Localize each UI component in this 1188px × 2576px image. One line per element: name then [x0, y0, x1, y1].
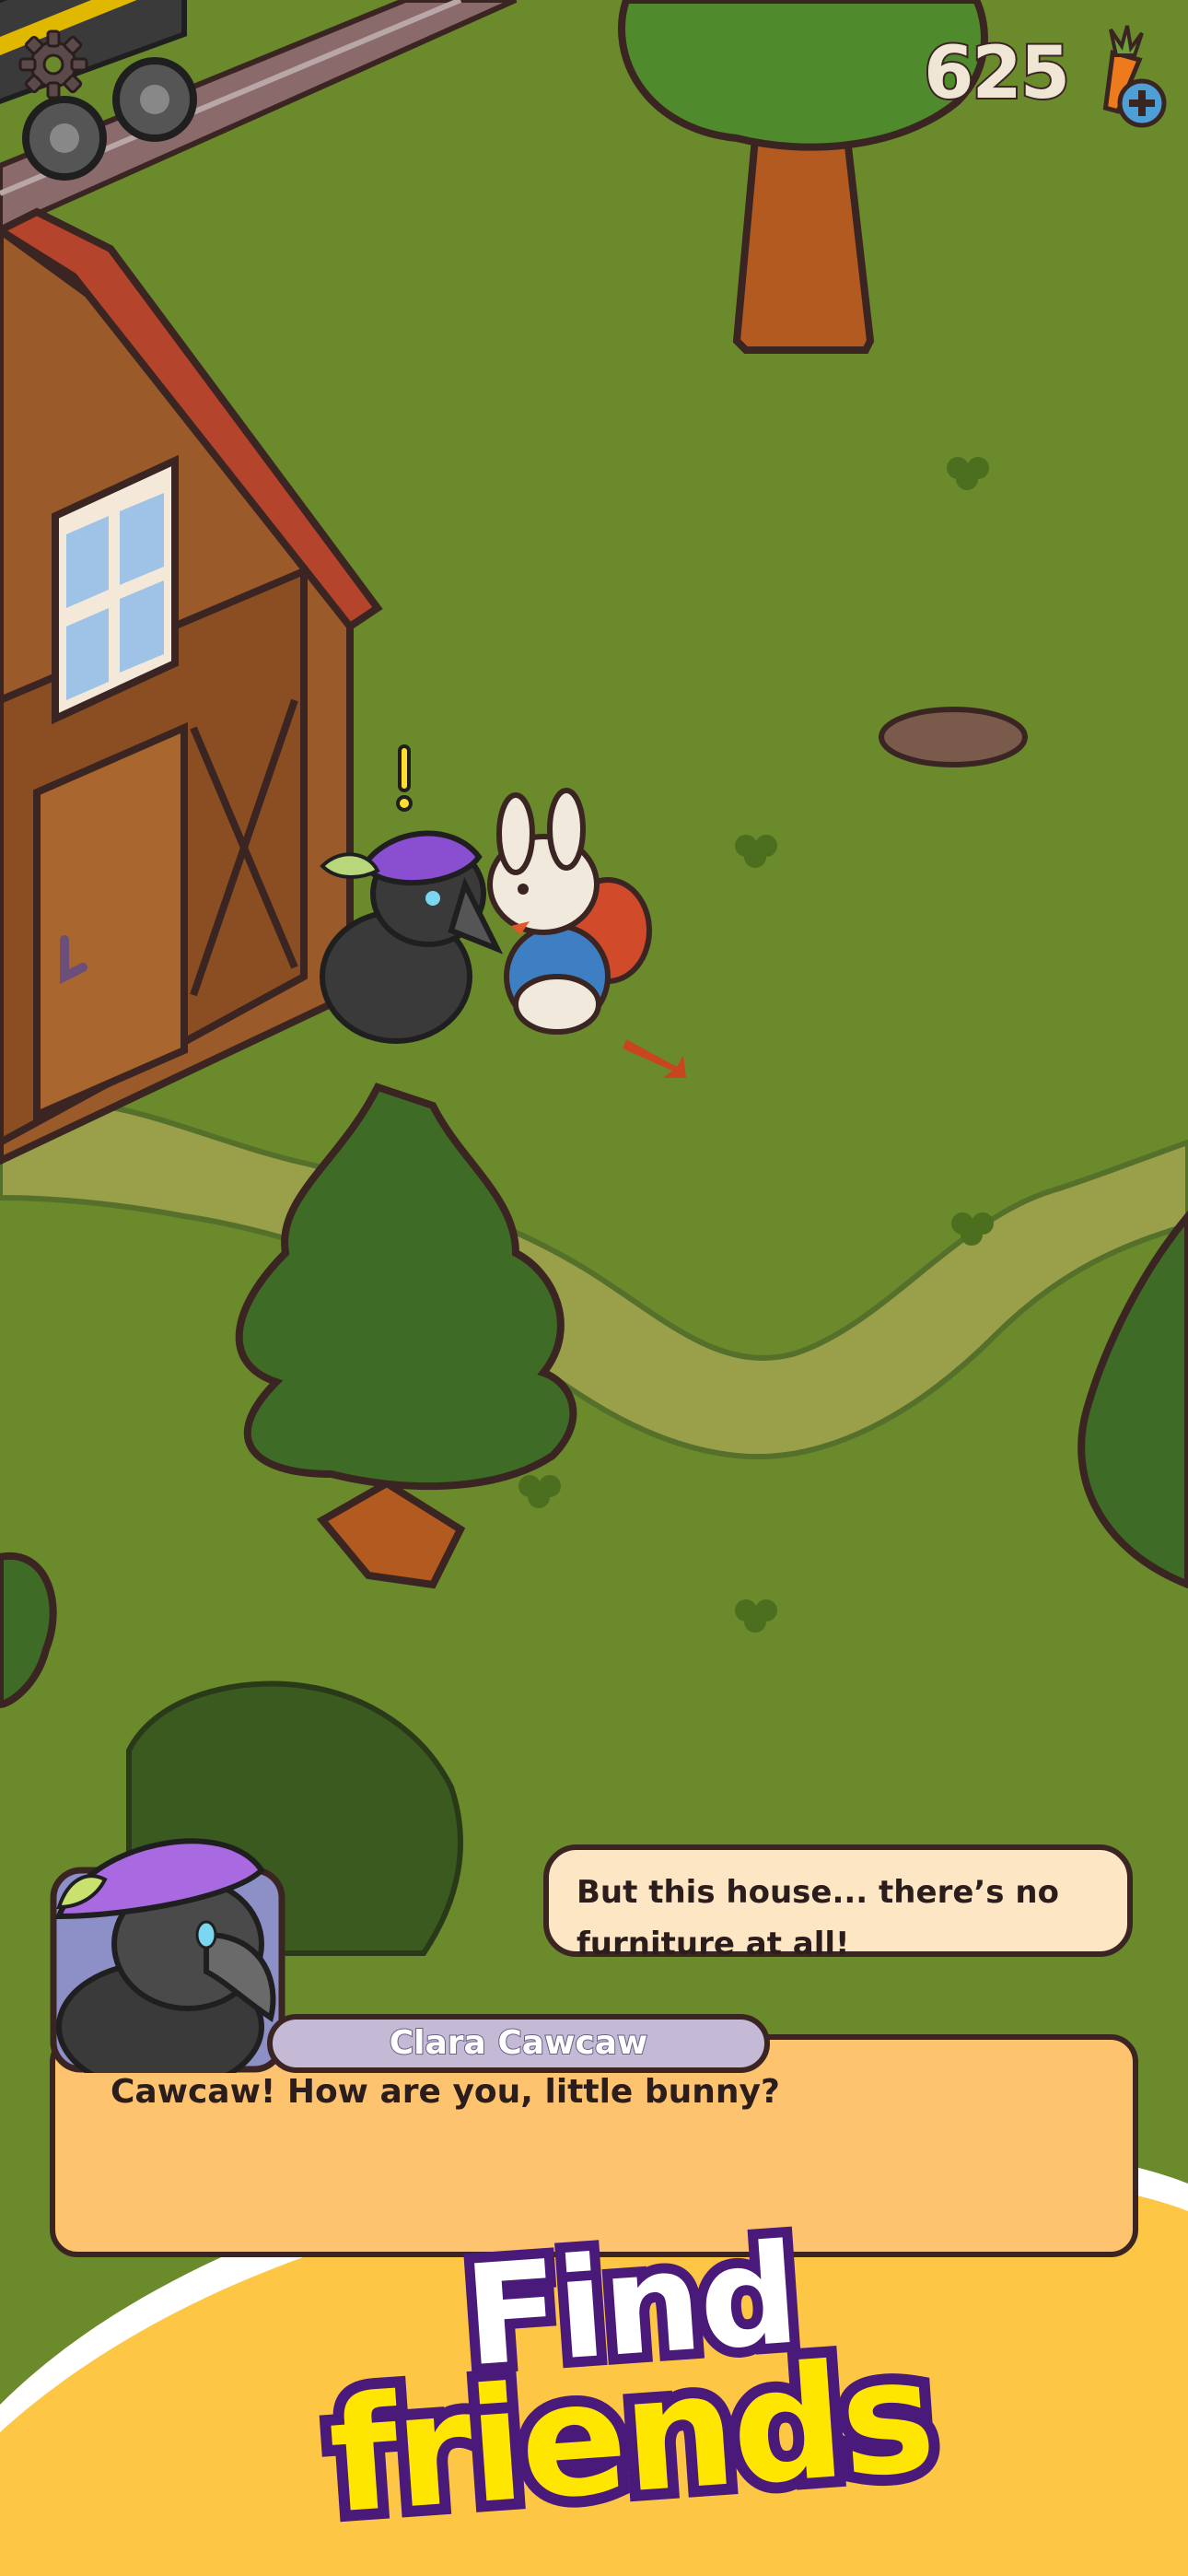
gear-icon: [18, 29, 88, 100]
speaker-name-plate: Clara Cawcaw: [267, 2014, 770, 2073]
settings-button[interactable]: [15, 26, 92, 103]
add-currency-button[interactable]: [1077, 18, 1170, 129]
dialogue-text: Cawcaw! How are you, little bunny?: [111, 2073, 780, 2111]
plus-icon: [1117, 78, 1167, 128]
rock: [879, 707, 1028, 767]
reply-line-2: furniture at all!: [577, 1926, 850, 1962]
speaker-portrait: [50, 1797, 285, 2094]
currency-display: 625: [922, 18, 1170, 129]
reply-line-1: But this house... there’s no: [577, 1874, 1059, 1911]
reply-option[interactable]: But this house... there’s no furniture a…: [543, 1844, 1133, 1962]
currency-amount: 625: [922, 30, 1072, 117]
